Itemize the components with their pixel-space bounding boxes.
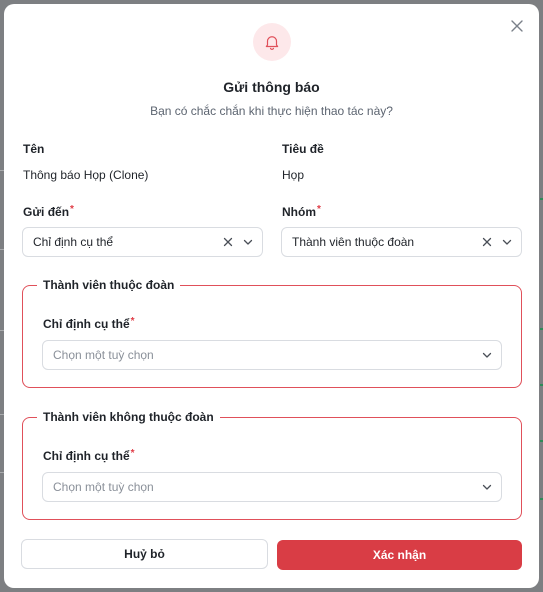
- name-value: Thông báo Họp (Clone): [23, 168, 149, 182]
- required-mark: *: [70, 204, 74, 215]
- send-to-label: Gửi đến*: [23, 204, 74, 219]
- group-label-text: Nhóm: [282, 205, 316, 219]
- bell-icon-badge: [253, 23, 291, 61]
- bell-icon: [265, 36, 279, 50]
- members-in-group-section: Thành viên thuộc đoàn Chỉ định cụ thể* C…: [22, 278, 522, 388]
- dialog-title: Gửi thông báo: [223, 79, 320, 95]
- send-to-select-value: Chỉ định cụ thể: [33, 235, 114, 249]
- chevron-down-icon[interactable]: [501, 236, 513, 248]
- confirm-button[interactable]: Xác nhận: [277, 540, 522, 570]
- chevron-down-icon[interactable]: [481, 481, 493, 493]
- dialog-subtitle: Bạn có chắc chắn khi thực hiện thao tác …: [150, 104, 393, 118]
- close-icon[interactable]: [509, 18, 525, 34]
- name-label: Tên: [23, 142, 45, 156]
- chevron-down-icon[interactable]: [481, 349, 493, 361]
- subject-value: Họp: [282, 168, 305, 182]
- members-out-group-section: Thành viên không thuộc đoàn Chỉ định cụ …: [22, 410, 522, 520]
- members-out-select[interactable]: Chọn một tuỳ chọn: [42, 472, 502, 502]
- group-select-value: Thành viên thuộc đoàn: [292, 235, 415, 249]
- members-in-label-text: Chỉ định cụ thể: [43, 317, 130, 331]
- members-in-placeholder: Chọn một tuỳ chọn: [53, 348, 154, 362]
- group-select[interactable]: Thành viên thuộc đoàn: [281, 227, 522, 257]
- clear-icon[interactable]: [481, 236, 493, 248]
- chevron-down-icon[interactable]: [242, 236, 254, 248]
- required-mark: *: [130, 316, 135, 327]
- members-in-select[interactable]: Chọn một tuỳ chọn: [42, 340, 502, 370]
- members-out-label: Chỉ định cụ thể*: [43, 448, 135, 463]
- clear-icon[interactable]: [222, 236, 234, 248]
- required-mark: *: [130, 448, 135, 459]
- send-to-label-text: Gửi đến: [23, 205, 70, 219]
- members-out-legend: Thành viên không thuộc đoàn: [37, 410, 220, 424]
- group-label: Nhóm*: [282, 204, 321, 219]
- required-mark: *: [317, 204, 321, 215]
- members-out-label-text: Chỉ định cụ thể: [43, 449, 130, 463]
- members-out-placeholder: Chọn một tuỳ chọn: [53, 480, 154, 494]
- members-in-label: Chỉ định cụ thể*: [43, 316, 135, 331]
- cancel-button[interactable]: Huỷ bỏ: [21, 539, 268, 569]
- members-in-legend: Thành viên thuộc đoàn: [37, 278, 181, 292]
- send-to-select[interactable]: Chỉ định cụ thể: [22, 227, 263, 257]
- subject-label: Tiêu đề: [282, 142, 324, 156]
- send-notification-dialog: Gửi thông báo Bạn có chắc chắn khi thực …: [4, 4, 539, 588]
